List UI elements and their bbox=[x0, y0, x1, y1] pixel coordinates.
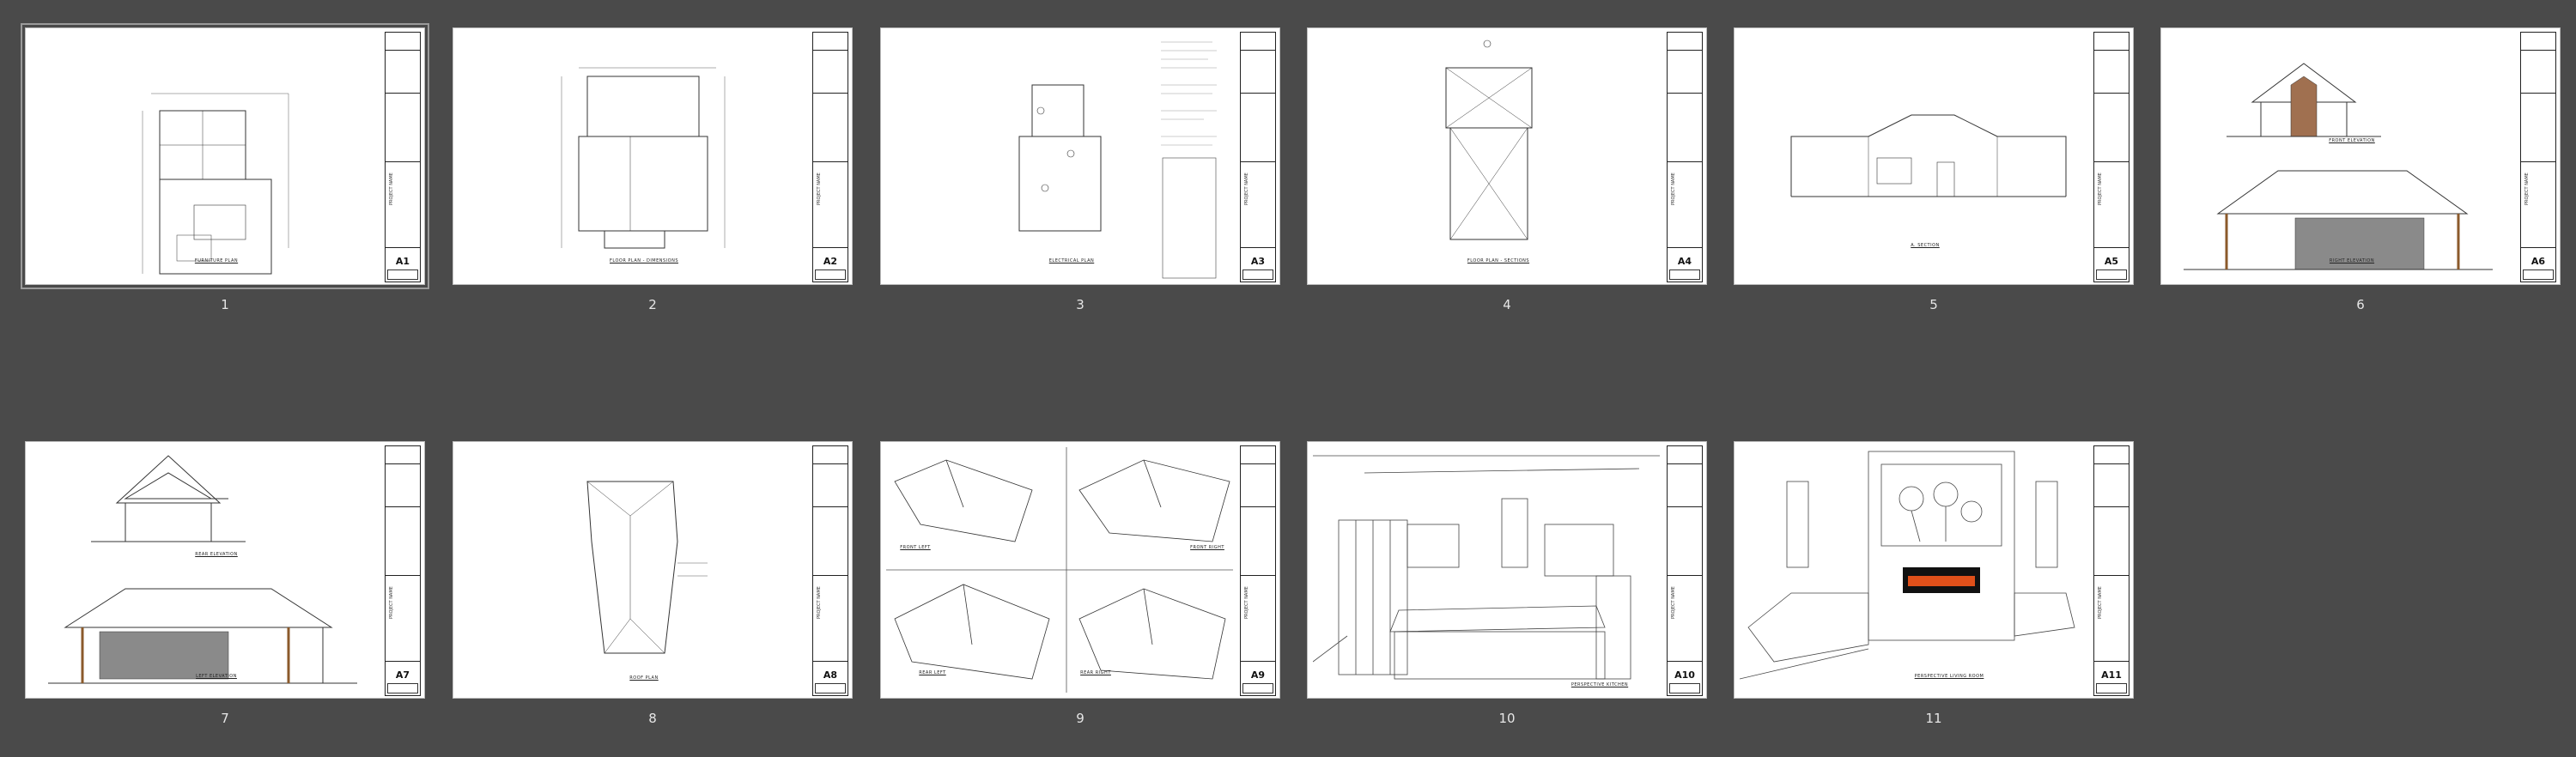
page-number: 8 bbox=[648, 711, 657, 726]
sheet-number: A9 bbox=[1250, 669, 1266, 681]
perspective-kitchen-drawing bbox=[1313, 455, 1660, 680]
project-name: PROJECT NAME bbox=[817, 586, 822, 620]
page-number: 2 bbox=[648, 297, 657, 312]
page-caption-bottom: RIGHT ELEVATION bbox=[2329, 258, 2375, 263]
caption-front-right: FRONT RIGHT bbox=[1190, 545, 1224, 550]
page-number: 10 bbox=[1498, 711, 1516, 726]
project-name: PROJECT NAME bbox=[2524, 173, 2530, 206]
sheet-4: FLOOR PLAN - SECTIONS PROJECT NAME A4 bbox=[1307, 27, 1707, 285]
floor-plan-dimensions-drawing bbox=[561, 67, 726, 249]
title-block: PROJECT NAME A9 bbox=[1240, 445, 1276, 696]
3d-views-drawing bbox=[886, 447, 1233, 693]
sheet-3: ELECTRICAL PLAN PROJECT NAME A3 bbox=[880, 27, 1280, 285]
title-block: PROJECT NAME A7 bbox=[385, 445, 421, 696]
title-block: PROJECT NAME A8 bbox=[812, 445, 848, 696]
sheet-number: A4 bbox=[1677, 256, 1692, 267]
title-block: PROJECT NAME A4 bbox=[1667, 32, 1703, 282]
page-caption: PERSPECTIVE LIVING ROOM bbox=[1914, 674, 1984, 679]
page-caption: FLOOR PLAN - DIMENSIONS bbox=[609, 258, 679, 263]
project-name: PROJECT NAME bbox=[389, 586, 394, 620]
page-caption: A. SECTION bbox=[1911, 243, 1940, 248]
sheet-number: A1 bbox=[395, 256, 410, 267]
sheet-1: FURNITURE PLAN PROJECT NAME A1 bbox=[21, 23, 429, 289]
sheet-11: PERSPECTIVE LIVING ROOM PROJECT NAME A11 bbox=[1734, 441, 2134, 699]
title-block: PROJECT NAME A3 bbox=[1240, 32, 1276, 282]
perspective-living-room-drawing bbox=[1740, 451, 2075, 680]
sheet-number: A10 bbox=[1674, 669, 1695, 681]
page-number: 4 bbox=[1503, 297, 1511, 312]
title-block: PROJECT NAME A2 bbox=[812, 32, 848, 282]
front-right-elevation-drawing bbox=[2184, 63, 2493, 270]
project-name: PROJECT NAME bbox=[389, 173, 394, 206]
page-number: 3 bbox=[1076, 297, 1084, 312]
sheet-10: PERSPECTIVE KITCHEN PROJECT NAME A10 bbox=[1307, 441, 1707, 699]
page-caption: FLOOR PLAN - SECTIONS bbox=[1467, 258, 1530, 263]
page-caption: ROOF PLAN bbox=[629, 675, 659, 681]
furniture-plan-drawing bbox=[142, 93, 289, 275]
electrical-plan-drawing bbox=[1018, 41, 1217, 279]
sheet-number: A3 bbox=[1250, 256, 1266, 267]
page-number: 11 bbox=[1925, 711, 1942, 726]
page-number: 9 bbox=[1076, 711, 1084, 726]
sheet-number: A7 bbox=[395, 669, 410, 681]
title-block: PROJECT NAME A11 bbox=[2093, 445, 2129, 696]
caption-front-left: FRONT LEFT bbox=[900, 545, 931, 550]
sheet-number: A6 bbox=[2530, 256, 2546, 267]
sheet-7: REAR ELEVATION LEFT ELEVATION PROJECT NA… bbox=[25, 441, 425, 699]
page-number: 7 bbox=[221, 711, 229, 726]
caption-rear-left: REAR LEFT bbox=[919, 670, 946, 675]
page-caption-top: REAR ELEVATION bbox=[195, 552, 238, 557]
sheet-number: A5 bbox=[2104, 256, 2119, 267]
roof-plan-drawing bbox=[586, 481, 708, 654]
page-caption-top: FRONT ELEVATION bbox=[2329, 138, 2375, 143]
project-name: PROJECT NAME bbox=[2098, 586, 2103, 620]
project-name: PROJECT NAME bbox=[817, 173, 822, 206]
sheet-number: A8 bbox=[823, 669, 838, 681]
sheet-number: A11 bbox=[2101, 669, 2122, 681]
title-block: PROJECT NAME A1 bbox=[385, 32, 421, 282]
page-number: 5 bbox=[1929, 297, 1938, 312]
title-block: PROJECT NAME A10 bbox=[1667, 445, 1703, 696]
project-name: PROJECT NAME bbox=[1244, 586, 1249, 620]
sheet-5: A. SECTION PROJECT NAME A5 bbox=[1734, 27, 2134, 285]
title-block: PROJECT NAME A6 bbox=[2520, 32, 2556, 282]
page-number: 1 bbox=[221, 297, 229, 312]
sheet-2: FLOOR PLAN - DIMENSIONS PROJECT NAME A2 bbox=[453, 27, 853, 285]
title-block: PROJECT NAME A5 bbox=[2093, 32, 2129, 282]
floor-plan-sections-drawing bbox=[1445, 39, 1533, 240]
page-number: 6 bbox=[2356, 297, 2365, 312]
sheet-6: FRONT ELEVATION RIGHT ELEVATION PROJECT … bbox=[2160, 27, 2561, 285]
rear-left-elevation-drawing bbox=[48, 455, 357, 684]
project-name: PROJECT NAME bbox=[1244, 173, 1249, 206]
page-caption-bottom: LEFT ELEVATION bbox=[196, 674, 237, 679]
caption-rear-right: REAR RIGHT bbox=[1080, 670, 1111, 675]
page-caption: FURNITURE PLAN bbox=[194, 258, 239, 263]
sheet-number: A2 bbox=[823, 256, 838, 267]
project-name: PROJECT NAME bbox=[2098, 173, 2103, 206]
project-name: PROJECT NAME bbox=[1671, 586, 1676, 620]
project-name: PROJECT NAME bbox=[1671, 173, 1676, 206]
sheet-8: ROOF PLAN PROJECT NAME A8 bbox=[453, 441, 853, 699]
sheet-9: FRONT LEFT FRONT RIGHT REAR LEFT REAR RI… bbox=[880, 441, 1280, 699]
page-caption: PERSPECTIVE KITCHEN bbox=[1571, 682, 1629, 687]
page-caption: ELECTRICAL PLAN bbox=[1048, 258, 1095, 263]
